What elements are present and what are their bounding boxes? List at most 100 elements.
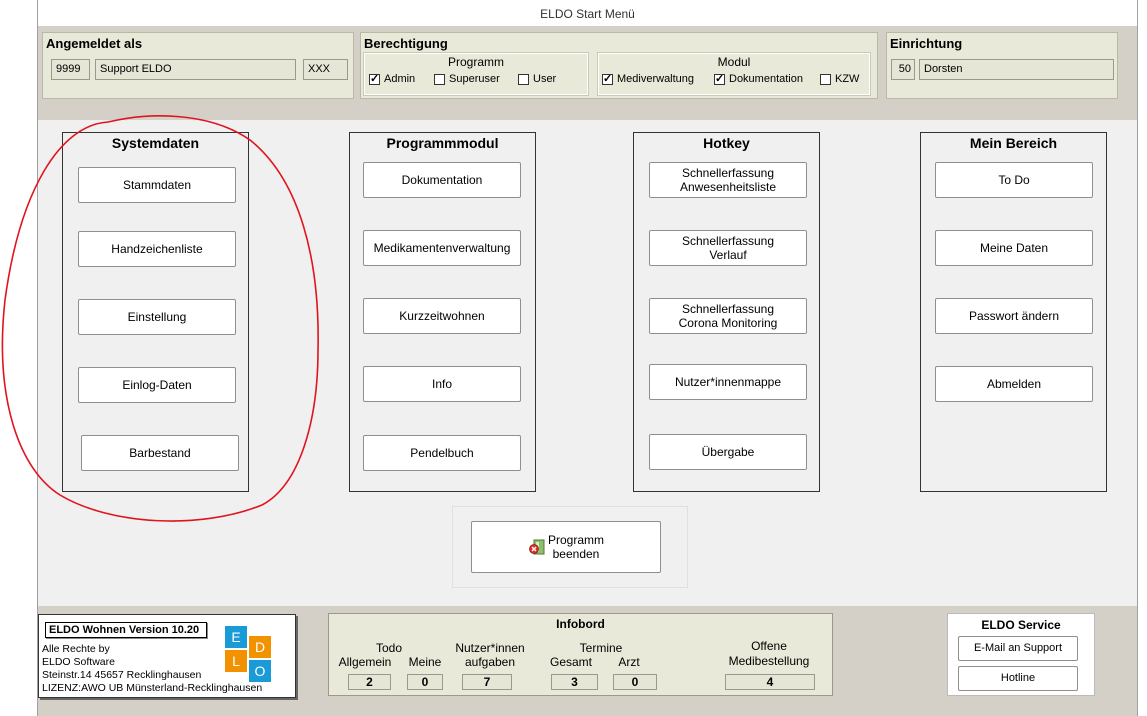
kzw-checkbox-label: KZW — [835, 73, 860, 85]
program-group-title: Programm — [447, 55, 504, 69]
module-group-title: Modul — [717, 55, 751, 69]
button-line2: Anwesenheitsliste — [679, 180, 777, 194]
service-title: ELDO Service — [981, 618, 1061, 632]
mediverwaltung-checkbox-label: Mediverwaltung — [617, 73, 695, 85]
infobord-panel: Infobord Todo Allgemein Meine 2 0 Nutzer… — [328, 613, 833, 696]
pendelbuch-button[interactable]: Pendelbuch — [363, 435, 521, 471]
main-menu-area: Systemdaten Stammdaten Handzeichenliste … — [38, 120, 1137, 606]
kzw-checkbox-box[interactable] — [820, 73, 831, 85]
termine-arzt-value: 0 — [613, 674, 657, 690]
admin-checkbox-label: Admin — [384, 73, 416, 85]
abmelden-button[interactable]: Abmelden — [935, 366, 1093, 402]
eldo-logo: E L D O — [225, 626, 273, 682]
mein-bereich-title: Mein Bereich — [969, 135, 1058, 151]
infobord-title: Infobord — [556, 617, 605, 631]
uebergabe-button[interactable]: Übergabe — [649, 434, 807, 470]
todo-label: Todo — [375, 641, 403, 655]
email-support-button[interactable]: E-Mail an Support — [958, 636, 1078, 661]
button-line2: Corona Monitoring — [678, 316, 778, 330]
termine-label: Termine — [579, 641, 623, 655]
about-line-rights: Alle Rechte by — [42, 643, 110, 655]
schnellerfassung-anwesenheitsliste-button[interactable]: Schnellerfassung Anwesenheitsliste — [649, 162, 807, 198]
kzw-checkbox[interactable]: KZW — [820, 73, 859, 85]
superuser-checkbox-label: Superuser — [449, 73, 500, 85]
right-edge — [1138, 0, 1147, 716]
user-name-field: Support ELDO — [95, 59, 296, 80]
mediverwaltung-checkbox-box[interactable] — [602, 72, 613, 85]
mediverwaltung-checkbox[interactable]: Mediverwaltung — [602, 72, 695, 85]
about-box: ELDO Wohnen Version 10.20 Alle Rechte by… — [38, 614, 296, 698]
program-permission-group: Programm Admin Superuser User — [363, 52, 589, 96]
systemdaten-column: Systemdaten Stammdaten Handzeichenliste … — [62, 132, 249, 492]
termine-gesamt-label: Gesamt — [549, 655, 592, 669]
user-checkbox-box[interactable] — [518, 73, 529, 85]
button-line1: Schnellerfassung — [681, 234, 775, 248]
kurzzeitwohnen-button[interactable]: Kurzzeitwohnen — [363, 298, 521, 334]
permission-panel-title: Berechtigung — [364, 36, 448, 51]
dokumentation-checkbox[interactable]: Dokumentation — [714, 72, 803, 85]
handzeichenliste-button[interactable]: Handzeichenliste — [78, 231, 236, 267]
window-title: ELDO Start Menü — [38, 0, 1137, 26]
hotline-button[interactable]: Hotline — [958, 666, 1078, 691]
nutzer-aufgaben-value: 7 — [462, 674, 512, 690]
facility-panel-title: Einrichtung — [890, 36, 963, 51]
passwort-aendern-button[interactable]: Passwort ändern — [935, 298, 1093, 334]
about-line-company: ELDO Software — [42, 656, 115, 668]
dokumentation-button[interactable]: Dokumentation — [363, 162, 521, 198]
facility-name-field: Dorsten — [919, 59, 1114, 80]
meine-daten-button[interactable]: Meine Daten — [935, 230, 1093, 266]
medikamentenverwaltung-button[interactable]: Medikamentenverwaltung — [363, 230, 521, 266]
schnellerfassung-corona-monitoring-button[interactable]: Schnellerfassung Corona Monitoring — [649, 298, 807, 334]
exit-line2: beenden — [552, 547, 600, 561]
barbestand-button[interactable]: Barbestand — [81, 435, 239, 471]
todo-allgemein-label: Allgemein — [338, 655, 392, 669]
todo-meine-label: Meine — [408, 655, 442, 669]
hotkey-column: Hotkey Schnellerfassung Anwesenheitslist… — [633, 132, 820, 492]
about-line-license: LIZENZ:AWO UB Münsterland-Recklinghausen — [42, 682, 263, 694]
einstellung-button[interactable]: Einstellung — [78, 299, 236, 335]
hotkey-title: Hotkey — [703, 135, 750, 151]
todo-allgemein-value: 2 — [348, 674, 391, 690]
dokumentation-checkbox-label: Dokumentation — [729, 73, 803, 85]
logo-letter-l: L — [225, 650, 247, 672]
user-id-field: 9999 — [51, 59, 90, 80]
superuser-checkbox[interactable]: Superuser — [434, 73, 500, 85]
mein-bereich-column: Mein Bereich To Do Meine Daten Passwort … — [920, 132, 1107, 492]
eldo-service-panel: ELDO Service E-Mail an Support Hotline — [947, 613, 1095, 696]
button-line2: Verlauf — [709, 248, 747, 262]
programmmodul-column: Programmmodul Dokumentation Medikamenten… — [349, 132, 536, 492]
exit-program-icon — [529, 539, 545, 555]
info-button[interactable]: Info — [363, 366, 521, 402]
eldo-start-window: ELDO Start Menü Angemeldet als 9999 Supp… — [37, 0, 1138, 716]
einlog-daten-button[interactable]: Einlog-Daten — [78, 367, 236, 403]
module-permission-group: Modul Mediverwaltung Dokumentation KZW — [597, 52, 871, 96]
facility-id-field: 50 — [891, 59, 915, 80]
dokumentation-checkbox-box[interactable] — [714, 72, 725, 85]
login-panel: Angemeldet als 9999 Support ELDO XXX — [42, 32, 354, 99]
nutzerinnenmappe-button[interactable]: Nutzer*innenmappe — [649, 364, 807, 400]
stammdaten-button[interactable]: Stammdaten — [78, 167, 236, 203]
logo-letter-d: D — [249, 636, 271, 658]
admin-checkbox[interactable]: Admin — [369, 72, 416, 85]
schnellerfassung-verlauf-button[interactable]: Schnellerfassung Verlauf — [649, 230, 807, 266]
logo-letter-e: E — [225, 626, 247, 648]
permission-panel: Berechtigung Programm Admin Superuser Us… — [360, 32, 878, 99]
exit-program-button[interactable]: Programm beenden — [471, 521, 661, 573]
todo-meine-value: 0 — [407, 674, 443, 690]
superuser-checkbox-box[interactable] — [434, 73, 445, 85]
user-checkbox-label: User — [533, 73, 557, 85]
button-line1: Schnellerfassung — [681, 166, 775, 180]
bottom-band: ELDO Wohnen Version 10.20 Alle Rechte by… — [38, 606, 1137, 716]
systemdaten-title: Systemdaten — [111, 135, 200, 151]
exit-line1: Programm — [547, 533, 604, 547]
admin-checkbox-box[interactable] — [369, 72, 380, 85]
nutzer-aufgaben-label-line1: Nutzer*innen — [455, 641, 525, 655]
medi-label-line2: Medibestellung — [728, 654, 810, 668]
version-title: ELDO Wohnen Version 10.20 — [45, 622, 207, 638]
button-line1: Schnellerfassung — [681, 302, 775, 316]
login-panel-title: Angemeldet als — [46, 36, 143, 51]
exit-frame: Programm beenden — [452, 506, 688, 588]
user-checkbox[interactable]: User — [518, 73, 556, 85]
todo-button[interactable]: To Do — [935, 162, 1093, 198]
exit-program-label: Programm beenden — [548, 533, 604, 561]
